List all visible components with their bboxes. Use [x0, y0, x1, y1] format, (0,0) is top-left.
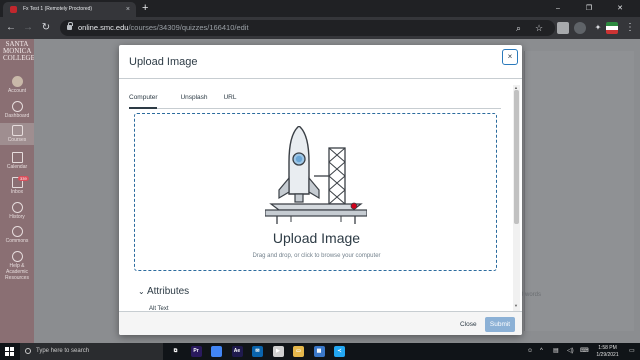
- taskbar-search-input[interactable]: Type here to search: [20, 343, 163, 360]
- canvas-global-nav: SANTA MONICA COLLEGE Account Dashboard C…: [0, 39, 35, 343]
- word-count: 0 words: [520, 292, 542, 298]
- tab-computer[interactable]: Computer: [129, 93, 158, 109]
- divider: [119, 78, 522, 79]
- nav-account[interactable]: Account: [0, 74, 34, 96]
- back-arrow-icon[interactable]: ←: [4, 17, 18, 39]
- notifications-icon[interactable]: ▭: [629, 343, 635, 360]
- language-icon[interactable]: ⌨: [580, 343, 589, 360]
- scrollbar-thumb[interactable]: [514, 90, 519, 224]
- zoom-search-icon[interactable]: ⌕: [516, 20, 521, 36]
- dialog-footer: Close Submit: [119, 311, 522, 335]
- dashboard-icon: [11, 101, 23, 112]
- browser-tabbar: Fx Test 1 (Remotely Proctored) × + – ❐ ✕: [0, 0, 640, 17]
- attributes-toggle[interactable]: ⌄ Attributes: [138, 286, 189, 297]
- nav-help[interactable]: Help & Academic Resources: [0, 249, 34, 289]
- people-icon[interactable]: ☺: [527, 343, 533, 360]
- commons-icon: [11, 226, 23, 237]
- nav-inbox[interactable]: 339 Inbox: [0, 175, 34, 197]
- tab-unsplash[interactable]: Unsplash: [179, 93, 209, 109]
- tab-title: Fx Test 1 (Remotely Proctored): [23, 6, 93, 12]
- nav-history[interactable]: History: [0, 200, 34, 222]
- editor-sidebar-panel: [524, 51, 634, 331]
- calendar-icon: [11, 152, 23, 163]
- nav-calendar[interactable]: Calendar: [0, 150, 34, 172]
- upload-source-tabs: Computer Unsplash URL: [129, 93, 501, 109]
- close-button[interactable]: Close: [455, 317, 482, 332]
- upload-image-dialog: Upload Image × Computer Unsplash URL Upl…: [119, 45, 522, 335]
- windows-start-icon[interactable]: [5, 347, 14, 356]
- profile-avatar-icon[interactable]: [606, 22, 618, 34]
- rocket-launch-icon: [265, 126, 367, 224]
- college-logo[interactable]: SANTA MONICA COLLEGE: [3, 41, 35, 62]
- maximize-button[interactable]: ❐: [577, 0, 601, 17]
- lock-icon: [67, 22, 73, 30]
- search-icon: [25, 348, 31, 354]
- tab-url[interactable]: URL: [222, 93, 238, 109]
- bookmark-star-icon[interactable]: ☆: [535, 20, 543, 36]
- minimize-button[interactable]: –: [546, 0, 570, 17]
- history-clock-icon: [11, 202, 23, 213]
- help-icon: [11, 251, 23, 262]
- window-close-button[interactable]: ✕: [608, 0, 632, 17]
- premiere-icon[interactable]: Pr: [190, 346, 202, 357]
- taskbar-clock[interactable]: 1:58 PM 1/29/2021: [590, 345, 625, 358]
- canvas-favicon-icon: [10, 6, 17, 13]
- dropzone-title: Upload Image: [272, 230, 361, 246]
- browser-toolbar: ← → ↻ online.smc.edu/courses/34309/quizz…: [0, 17, 640, 39]
- dropzone-instructions: Drag and drop, or click to browse your c…: [252, 253, 381, 259]
- chrome-icon[interactable]: [211, 346, 222, 357]
- network-icon[interactable]: ▤: [553, 343, 559, 360]
- extension-icon[interactable]: [557, 22, 569, 34]
- tray-overflow-icon[interactable]: ^: [540, 343, 543, 360]
- address-bar[interactable]: online.smc.edu/courses/34309/quizzes/166…: [60, 20, 555, 36]
- store-icon[interactable]: ▦: [313, 346, 325, 357]
- dialog-close-icon[interactable]: ×: [502, 49, 518, 65]
- tab-close-icon[interactable]: ×: [126, 2, 130, 17]
- explorer-icon[interactable]: ▭: [293, 346, 304, 357]
- avatar: [11, 76, 23, 87]
- new-tab-button[interactable]: +: [142, 1, 148, 16]
- inbox-badge: 339: [18, 176, 29, 181]
- volume-icon[interactable]: ◁): [567, 343, 574, 360]
- aftereffects-icon[interactable]: Ae: [231, 346, 243, 357]
- extension-c-icon[interactable]: [574, 22, 586, 34]
- dialog-title: Upload Image: [129, 56, 198, 68]
- file-dropzone[interactable]: Upload Image Drag and drop, or click to …: [134, 113, 497, 271]
- url-text: online.smc.edu/courses/34309/quizzes/166…: [78, 23, 249, 32]
- mail-icon[interactable]: ✉: [252, 346, 263, 357]
- media-icon[interactable]: ▶: [272, 346, 284, 357]
- forward-arrow-icon[interactable]: →: [21, 17, 35, 39]
- browser-menu-icon[interactable]: ⋮: [623, 17, 637, 39]
- taskview-icon[interactable]: ⧉: [170, 346, 181, 357]
- vscode-icon[interactable]: ≺: [334, 346, 345, 357]
- nav-commons[interactable]: Commons: [0, 224, 34, 246]
- browser-tab[interactable]: Fx Test 1 (Remotely Proctored) ×: [3, 2, 136, 17]
- nav-courses[interactable]: Courses: [0, 123, 34, 145]
- submit-button[interactable]: Submit: [485, 317, 515, 332]
- windows-taskbar: Type here to search ⧉ Pr Ae ✉ ▶ ▭ ▦ ≺ ☺ ^ ▤ ◁) …: [0, 343, 640, 360]
- reload-icon[interactable]: ↻: [39, 17, 53, 39]
- extensions-puzzle-icon[interactable]: ✦: [591, 17, 605, 39]
- nav-dashboard[interactable]: Dashboard: [0, 99, 34, 121]
- attributes-label: Attributes: [146, 286, 190, 297]
- chevron-down-icon: ⌄: [138, 287, 145, 296]
- courses-book-icon: [11, 125, 23, 136]
- scroll-down-icon[interactable]: ▼: [514, 303, 518, 308]
